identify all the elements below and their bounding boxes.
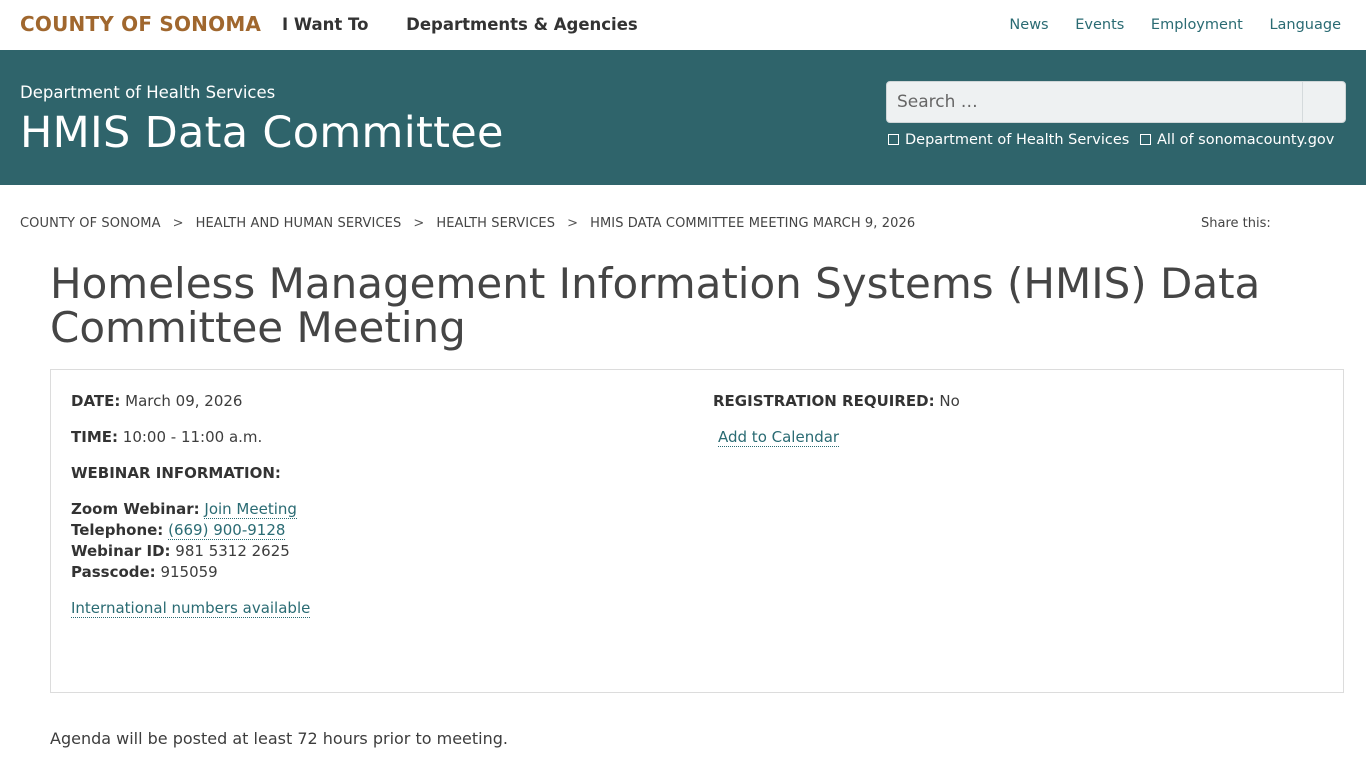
calendar-row: Add to Calendar [718,428,840,447]
time-value: 10:00 - 11:00 a.m. [122,428,263,446]
utility-nav: News Events Employment Language [987,17,1341,33]
nav-news[interactable]: News [1009,17,1048,33]
breadcrumb-current: HMIS DATA COMMITTEE MEETING MARCH 9, 202… [590,216,916,231]
webinar-heading: WEBINAR INFORMATION: [71,464,281,482]
search-button[interactable] [1302,82,1345,122]
passcode-label: Passcode: [71,563,156,581]
join-meeting-link[interactable]: Join Meeting [204,500,297,519]
scope-option-department[interactable]: Department of Health Services [888,132,1129,148]
breadcrumb-separator: > [413,216,425,231]
registration-row: REGISTRATION REQUIRED: No [713,392,960,410]
webinar-heading-text: WEBINAR INFORMATION: [71,464,281,482]
phone-label: Telephone: [71,521,164,539]
site-title[interactable]: HMIS Data Committee [20,108,504,158]
passcode-value: 915059 [160,563,218,581]
site-banner: Department of Health Services HMIS Data … [0,50,1366,185]
webinar-id-label: Webinar ID: [71,542,171,560]
registration-label: REGISTRATION REQUIRED: [713,392,935,410]
top-bar: COUNTY OF SONOMA I Want To Departments &… [0,0,1366,50]
event-details-box: DATE: March 09, 2026 TIME: 10:00 - 11:00… [50,369,1344,693]
passcode-row: Passcode: 915059 [71,563,218,581]
breadcrumb-item[interactable]: COUNTY OF SONOMA [20,216,161,231]
scope-label: Department of Health Services [905,132,1130,148]
international-numbers-link[interactable]: International numbers available [71,599,311,618]
phone-row: Telephone: (669) 900-9128 [71,521,286,540]
breadcrumb: COUNTY OF SONOMA > HEALTH AND HUMAN SERVIC… [20,216,915,231]
search-input[interactable] [887,82,1292,122]
date-label: DATE: [71,392,121,410]
nav-employment[interactable]: Employment [1151,17,1243,33]
search-box [886,81,1346,123]
zoom-row: Zoom Webinar: Join Meeting [71,500,297,519]
breadcrumb-item[interactable]: HEALTH SERVICES [436,216,555,231]
add-to-calendar-link[interactable]: Add to Calendar [718,428,840,447]
scope-label: All of sonomacounty.gov [1157,132,1335,148]
date-row: DATE: March 09, 2026 [71,392,242,410]
department-link[interactable]: Department of Health Services [20,83,275,102]
nav-language[interactable]: Language [1269,17,1341,33]
nav-i-want-to[interactable]: I Want To [282,15,368,34]
time-row: TIME: 10:00 - 11:00 a.m. [71,428,262,446]
nav-events[interactable]: Events [1075,17,1124,33]
breadcrumb-item[interactable]: HEALTH AND HUMAN SERVICES [196,216,402,231]
checkbox-icon[interactable] [1140,134,1151,145]
intl-row: International numbers available [71,599,311,618]
time-label: TIME: [71,428,118,446]
webinar-id-row: Webinar ID: 981 5312 2625 [71,542,290,560]
date-value: March 09, 2026 [125,392,243,410]
share-label: Share this: [1201,216,1271,231]
scope-option-all[interactable]: All of sonomacounty.gov [1140,132,1334,148]
webinar-id-value: 981 5312 2625 [175,542,290,560]
breadcrumb-separator: > [567,216,579,231]
page-title: Homeless Management Information Systems … [50,259,1261,352]
agenda-note: Agenda will be posted at least 72 hours … [50,729,508,748]
nav-departments-agencies[interactable]: Departments & Agencies [406,15,638,34]
main-nav: I Want To Departments & Agencies [282,15,670,34]
county-logo-link[interactable]: COUNTY OF SONOMA [20,12,261,36]
breadcrumb-separator: > [172,216,184,231]
zoom-label: Zoom Webinar: [71,500,200,518]
phone-link[interactable]: (669) 900-9128 [168,521,286,540]
checkbox-icon[interactable] [888,134,899,145]
registration-value: No [939,392,960,410]
